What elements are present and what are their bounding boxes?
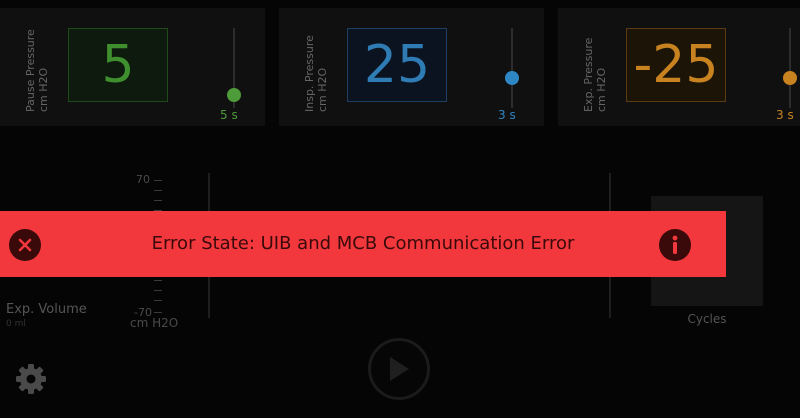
- error-message: Error State: UIB and MCB Communication E…: [151, 233, 575, 254]
- cycles-label: Cycles: [687, 312, 727, 326]
- pause-pressure-slider-knob[interactable]: [227, 88, 241, 102]
- exp-volume-label: Exp. Volume: [6, 302, 87, 317]
- exp-pressure-slider-knob[interactable]: [783, 71, 797, 85]
- pause-pressure-value: 5: [68, 28, 168, 102]
- exp-pressure-slider-track[interactable]: [789, 28, 791, 108]
- exp-pressure-label: Exp. Pressure cm H2O: [582, 37, 608, 112]
- gauge-tick: [154, 180, 162, 181]
- pause-pressure-seconds: 5 s: [220, 108, 238, 122]
- settings-button[interactable]: [14, 362, 48, 396]
- pause-pressure-label: Pause Pressure cm H2O: [24, 29, 50, 112]
- gauge-tick: [154, 280, 162, 281]
- gauge-tick: [154, 300, 162, 301]
- insp-pressure-seconds: 3 s: [498, 108, 516, 122]
- gauge-tick: [154, 312, 162, 313]
- insp-pressure-slider-track[interactable]: [511, 28, 513, 108]
- gauge-tick: [154, 190, 162, 191]
- exp-volume-value: 0 ml: [6, 319, 26, 329]
- info-icon: [672, 235, 678, 254]
- insp-pressure-slider-knob[interactable]: [505, 71, 519, 85]
- gauge-tick: [154, 290, 162, 291]
- gauge-tick: [154, 200, 162, 201]
- gauge-unit-label: cm H2O: [130, 316, 179, 330]
- play-icon: [390, 357, 409, 381]
- insp-pressure-label: Insp. Pressure cm H2O: [303, 35, 329, 112]
- insp-pressure-panel[interactable]: Insp. Pressure cm H2O 25 3 s: [279, 8, 544, 126]
- gauge-top-label: 70: [136, 173, 150, 186]
- error-banner[interactable]: Error State: UIB and MCB Communication E…: [0, 211, 726, 277]
- exp-pressure-panel[interactable]: Exp. Pressure cm H2O -25 3 s: [558, 8, 800, 126]
- gear-icon: [16, 364, 46, 394]
- info-button[interactable]: [659, 229, 691, 261]
- play-button[interactable]: [368, 338, 430, 400]
- pause-pressure-panel[interactable]: Pause Pressure cm H2O 5 5 s: [0, 8, 265, 126]
- insp-pressure-value: 25: [347, 28, 447, 102]
- exp-pressure-value: -25: [626, 28, 726, 102]
- exp-pressure-seconds: 3 s: [776, 108, 794, 122]
